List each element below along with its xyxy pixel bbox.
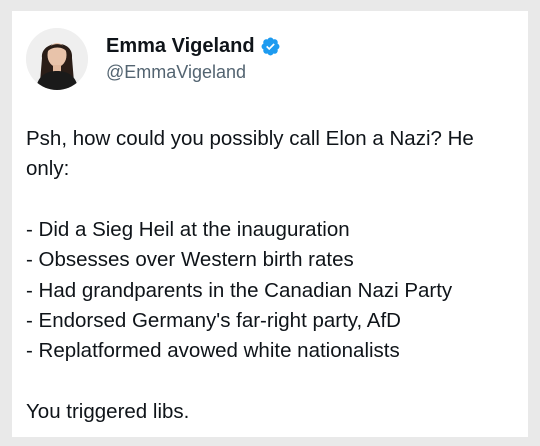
tweet-outro: You triggered libs. (26, 399, 190, 423)
author-handle[interactable]: @EmmaVigeland (106, 60, 281, 84)
avatar[interactable] (26, 28, 88, 90)
verified-badge-icon (260, 36, 281, 57)
list-item: - Did a Sieg Heil at the inauguration (26, 217, 350, 241)
list-item: - Endorsed Germany's far-right party, Af… (26, 309, 401, 333)
tweet-body: Psh, how could you possibly call Elon a … (26, 124, 518, 427)
tweet-card: Emma Vigeland @EmmaVigeland Psh, how cou… (12, 11, 528, 437)
display-name[interactable]: Emma Vigeland (106, 34, 255, 58)
display-name-row: Emma Vigeland (106, 34, 281, 58)
tweet-header: Emma Vigeland @EmmaVigeland (26, 27, 281, 91)
list-item: - Had grandparents in the Canadian Nazi … (26, 278, 453, 302)
author-names: Emma Vigeland @EmmaVigeland (106, 34, 281, 84)
list-item: - Replatformed avowed white nationalists (26, 339, 400, 363)
tweet-intro: Psh, how could you possibly call Elon a … (26, 127, 474, 181)
list-item: - Obsesses over Western birth rates (26, 248, 354, 272)
